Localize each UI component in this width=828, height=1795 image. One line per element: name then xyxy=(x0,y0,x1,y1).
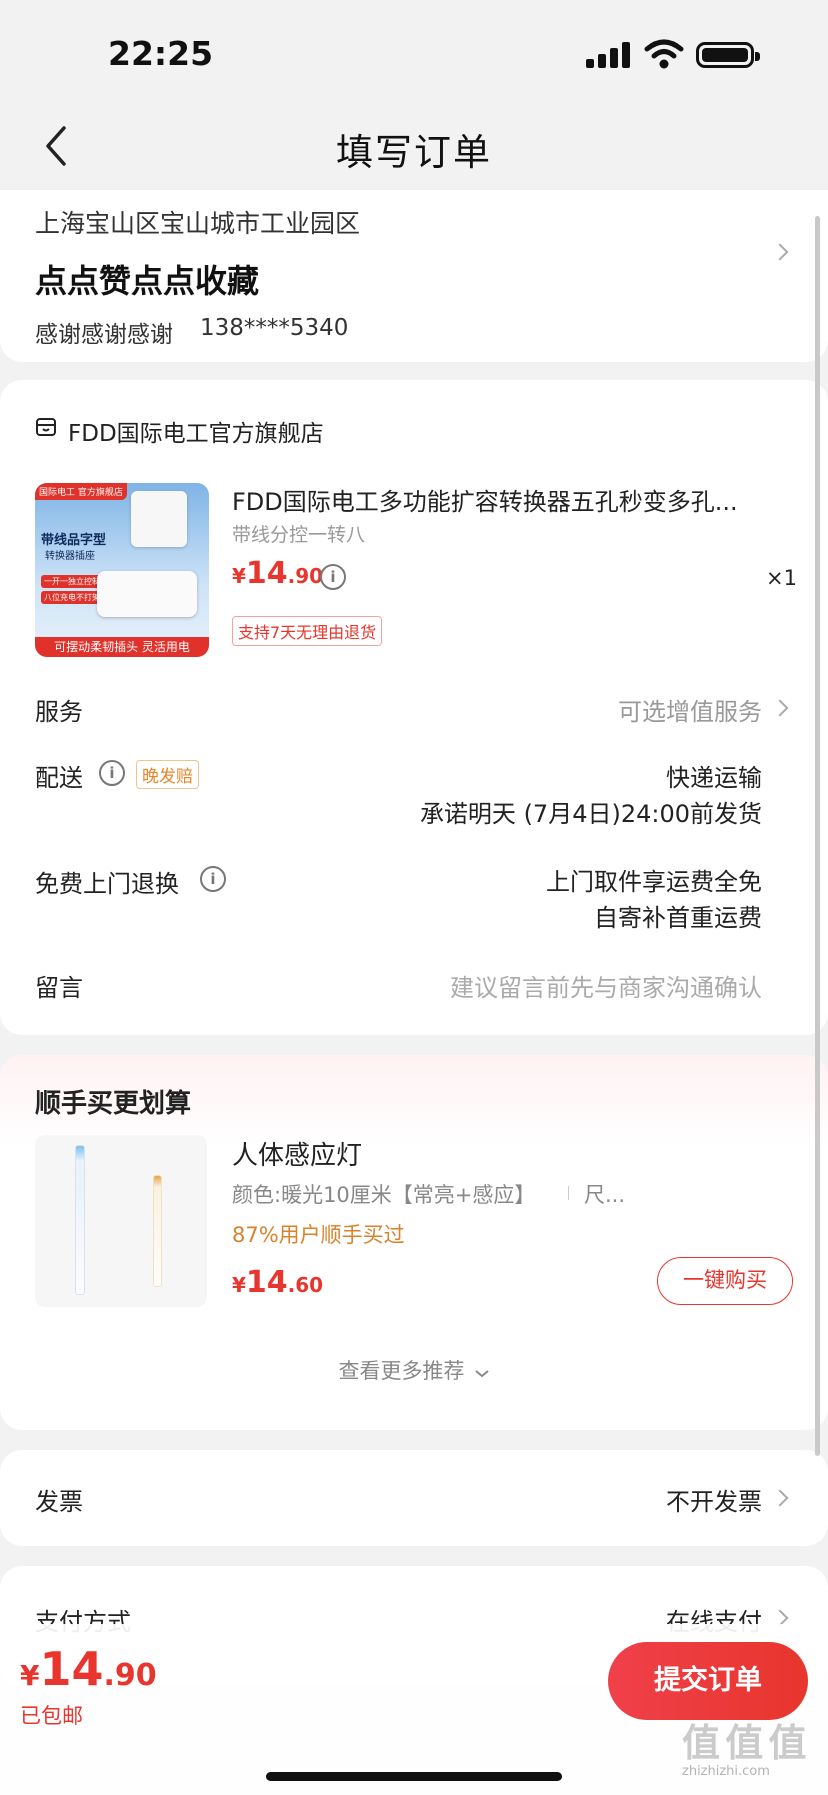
delivery-promise: 承诺明天 (7月4日)24:00前发货 xyxy=(419,800,762,828)
recipient-name: 感谢感谢感谢 xyxy=(35,322,173,348)
price-decimal: .90 xyxy=(287,564,324,588)
product-image-brand-tag: 国际电工 官方旗舰店 xyxy=(35,483,127,500)
chevron-down-icon xyxy=(474,1369,489,1377)
power-strip xyxy=(97,571,197,617)
wifi-icon xyxy=(644,39,684,69)
invoice-value: 不开发票 xyxy=(666,1488,762,1516)
product-image-tag1: 一开一独立控制 xyxy=(41,575,103,588)
watermark-url: zhizhizhi.com xyxy=(682,1764,770,1779)
watermark-logo: 值 值 值 xyxy=(682,1721,806,1765)
order-card: FDD国际电工官方旗舰店 国际电工 官方旗舰店 带线品字型 转换器插座 一开一独… xyxy=(0,380,828,1035)
delivery-label: 配送 xyxy=(35,764,83,792)
product-image-line1: 带线品字型 xyxy=(41,533,107,548)
product-image[interactable]: 国际电工 官方旗舰店 带线品字型 转换器插座 一开一独立控制 八位充电不打架 可… xyxy=(35,483,209,657)
return-exchange-label: 免费上门退换 xyxy=(35,870,179,898)
price-currency: ¥ xyxy=(232,564,246,588)
address-detail: 点点赞点点收藏 xyxy=(35,262,260,300)
store-icon xyxy=(36,418,56,436)
return-exchange-line1: 上门取件享运费全免 xyxy=(546,868,762,896)
light-strip-short xyxy=(153,1175,162,1287)
total-integer: 14 xyxy=(39,1642,104,1696)
return-info-icon[interactable]: i xyxy=(200,866,226,892)
one-click-buy-button[interactable]: 一键购买 xyxy=(657,1257,793,1305)
delivery-info-icon[interactable]: i xyxy=(99,760,125,786)
invoice-chevron-icon xyxy=(771,1489,789,1507)
invoice-row[interactable]: 发票 不开发票 xyxy=(0,1450,828,1546)
service-chevron-icon xyxy=(771,699,789,717)
product-spec: 带线分控一转八 xyxy=(232,524,366,546)
recommend-item-name[interactable]: 人体感应灯 xyxy=(232,1135,362,1172)
product-price: ¥14.90 xyxy=(232,556,323,591)
recommend-social-proof: 87%用户顺手买过 xyxy=(232,1223,405,1247)
product-title[interactable]: FDD国际电工多功能扩容转换器五孔秒变多孔... xyxy=(232,482,772,517)
scrollbar[interactable] xyxy=(815,216,820,1456)
product-image-line2: 转换器插座 xyxy=(45,551,95,562)
service-label: 服务 xyxy=(35,698,83,726)
free-shipping-label: 已包邮 xyxy=(20,1704,83,1728)
late-delivery-badge: 晚发赔 xyxy=(136,760,199,789)
recommend-price-decimal: .60 xyxy=(287,1273,324,1297)
socket-plate xyxy=(131,491,187,547)
return-exchange-line2: 自寄补首重运费 xyxy=(594,904,762,932)
price-info-icon[interactable]: i xyxy=(320,564,346,590)
message-label: 留言 xyxy=(35,974,83,1002)
total-decimal: .90 xyxy=(103,1658,157,1693)
product-image-banner: 可摆动柔韧插头 灵活用电 xyxy=(35,637,209,657)
invoice-label: 发票 xyxy=(35,1488,83,1516)
recommend-item-spec-more: 尺... xyxy=(584,1183,626,1207)
store-name[interactable]: FDD国际电工官方旗舰店 xyxy=(68,414,324,448)
recommend-price-currency: ¥ xyxy=(232,1273,246,1297)
submit-order-button[interactable]: 提交订单 xyxy=(608,1642,808,1720)
see-more-label: 查看更多推荐 xyxy=(338,1359,465,1383)
product-image-tag2: 八位充电不打架 xyxy=(41,591,103,604)
status-time: 22:25 xyxy=(108,34,214,73)
address-card[interactable]: 上海宝山区宝山城市工业园区 点点赞点点收藏 感谢感谢感谢 138****5340 xyxy=(0,190,828,362)
return-policy-badge: 支持7天无理由退货 xyxy=(232,616,383,646)
message-input[interactable]: 建议留言前先与商家沟通确认 xyxy=(450,968,762,1003)
recipient-phone: 138****5340 xyxy=(200,315,349,341)
recommend-item-price: ¥14.60 xyxy=(232,1265,323,1300)
chevron-right-icon xyxy=(771,243,789,261)
product-quantity: ×1 xyxy=(766,566,797,590)
recommend-price-integer: 14 xyxy=(245,1265,288,1300)
home-indicator xyxy=(266,1772,562,1781)
price-integer: 14 xyxy=(245,556,288,591)
battery-icon xyxy=(696,42,760,68)
delivery-method: 快递运输 xyxy=(666,764,762,792)
service-value[interactable]: 可选增值服务 xyxy=(618,692,762,727)
total-price: ¥14.90 xyxy=(20,1642,157,1696)
recommend-title: 顺手买更划算 xyxy=(35,1089,192,1119)
recommend-item-image[interactable] xyxy=(35,1135,207,1307)
page-title: 填写订单 xyxy=(336,131,492,174)
see-more-recommendations[interactable]: 查看更多推荐 xyxy=(0,1355,828,1385)
address-region: 上海宝山区宝山城市工业园区 xyxy=(35,209,361,238)
total-currency: ¥ xyxy=(20,1659,40,1692)
spec-divider xyxy=(568,1186,569,1200)
recommend-item-spec: 颜色:暖光10厘米【常亮+感应】 xyxy=(232,1183,536,1207)
signal-icon xyxy=(586,42,632,68)
recommend-card: 顺手买更划算 人体感应灯 颜色:暖光10厘米【常亮+感应】 尺... 87%用户… xyxy=(0,1055,828,1430)
light-strip-long xyxy=(75,1145,85,1295)
